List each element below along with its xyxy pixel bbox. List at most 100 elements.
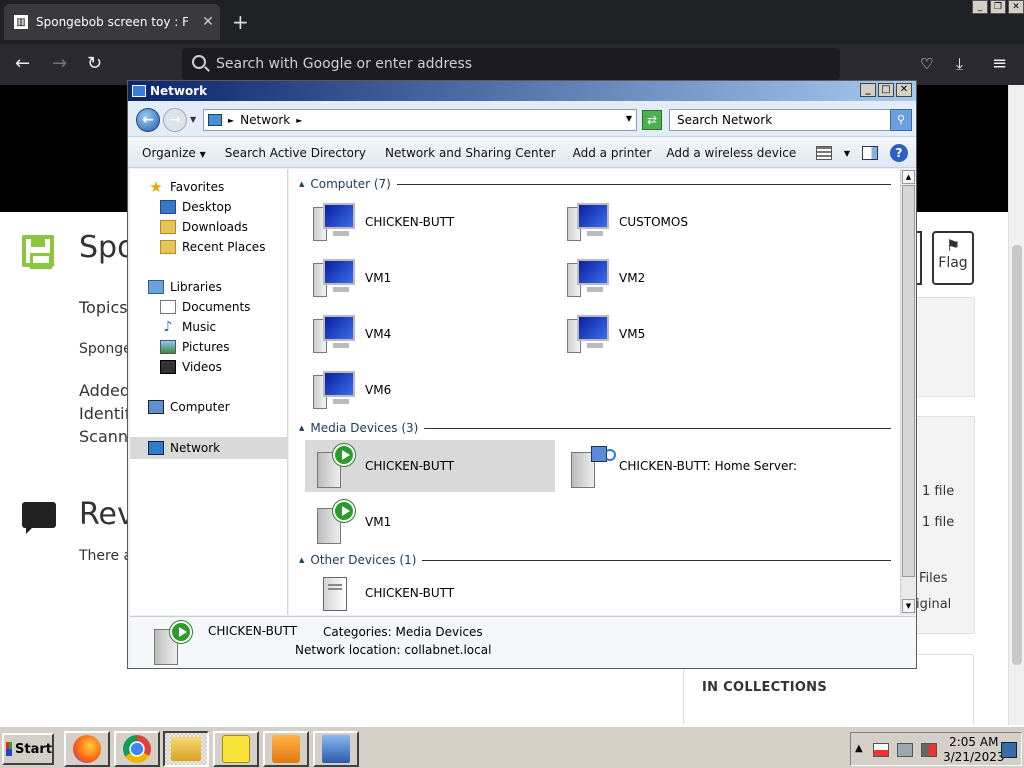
- back-arrow-icon[interactable]: ←: [15, 54, 30, 74]
- search-network-input[interactable]: Search Network ⚲: [669, 109, 912, 131]
- add-printer-button[interactable]: Add a printer: [563, 146, 659, 160]
- close-icon[interactable]: ✕: [1008, 0, 1024, 14]
- volume-muted-icon[interactable]: [921, 743, 937, 757]
- nav-item-recent-places[interactable]: Recent Places: [160, 237, 265, 257]
- taskbar-firefox[interactable]: [64, 731, 110, 767]
- pocket-icon[interactable]: ♡: [920, 54, 933, 74]
- breadcrumb-chevron-icon[interactable]: ►: [296, 116, 302, 125]
- content-scrollbar[interactable]: ▲ ▼: [900, 169, 916, 615]
- group-title: Media Devices (3): [310, 421, 419, 435]
- breadcrumb-chevron-icon[interactable]: ►: [228, 116, 234, 125]
- preview-pane-icon[interactable]: [862, 146, 878, 160]
- maximize-icon[interactable]: □: [878, 83, 894, 97]
- taskbar-chrome[interactable]: [114, 731, 160, 767]
- show-all-files-link[interactable]: Files: [919, 571, 948, 586]
- download-icon[interactable]: ⤓: [956, 54, 963, 74]
- page-scrollbar[interactable]: [1008, 85, 1024, 725]
- start-button[interactable]: Start: [2, 733, 54, 765]
- collapse-triangle-icon[interactable]: ▲: [299, 556, 304, 564]
- network-computer-item[interactable]: CUSTOMOS: [559, 196, 809, 248]
- collapse-triangle-icon[interactable]: ▲: [299, 180, 304, 188]
- group-title: Other Devices (1): [310, 553, 417, 567]
- taskbar-media-player[interactable]: [263, 731, 309, 767]
- organize-menu[interactable]: Organize ▼: [128, 146, 213, 160]
- nav-item-documents[interactable]: Documents: [160, 297, 250, 317]
- menu-icon[interactable]: ≡: [992, 54, 1007, 74]
- reviews-empty-text: There a: [79, 548, 133, 564]
- nav-item-desktop[interactable]: Desktop: [160, 197, 232, 217]
- download-file-count-2[interactable]: 1 file: [922, 515, 954, 530]
- libraries-icon: [148, 280, 164, 294]
- group-header-computer[interactable]: ▲ Computer (7): [299, 177, 891, 191]
- nav-item-computer[interactable]: Computer: [148, 397, 230, 417]
- nav-item-favorites[interactable]: ★ Favorites: [148, 177, 224, 197]
- network-computer-item[interactable]: CHICKEN-BUTT: [305, 196, 555, 248]
- in-collections-heading: IN COLLECTIONS: [702, 680, 828, 695]
- network-computer-item[interactable]: VM1: [305, 252, 555, 304]
- media-device-item[interactable]: CHICKEN-BUTT: Home Server:: [559, 440, 889, 492]
- network-computer-item[interactable]: VM6: [305, 364, 555, 416]
- nav-item-downloads[interactable]: Downloads: [160, 217, 248, 237]
- nav-item-videos[interactable]: Videos: [160, 357, 222, 377]
- taskbar-spongebob[interactable]: [213, 731, 259, 767]
- action-center-flag-icon[interactable]: [873, 743, 889, 757]
- download-file-count-1[interactable]: 1 file: [922, 484, 954, 499]
- network-status-icon[interactable]: [897, 743, 913, 757]
- address-bar[interactable]: Search with Google or enter address: [182, 48, 840, 80]
- address-dropdown-icon[interactable]: ▼: [626, 114, 632, 123]
- clock[interactable]: 2:05 AM 3/21/2023: [943, 735, 1005, 765]
- minimize-icon[interactable]: _: [972, 0, 988, 14]
- device-icon: [311, 573, 359, 613]
- flag-button[interactable]: ⚑ Flag: [932, 231, 974, 285]
- taskbar-explorer[interactable]: [163, 731, 209, 767]
- network-computer-item[interactable]: VM5: [559, 308, 809, 360]
- nav-item-network[interactable]: Network: [148, 438, 220, 458]
- add-wireless-device-button[interactable]: Add a wireless device: [658, 146, 803, 160]
- reload-icon[interactable]: ↻: [87, 54, 102, 74]
- other-device-item[interactable]: CHICKEN-BUTT: [305, 571, 555, 615]
- group-header-media-devices[interactable]: ▲ Media Devices (3): [299, 421, 891, 435]
- chevron-down-icon[interactable]: ▼: [844, 149, 850, 158]
- back-button[interactable]: ←: [136, 108, 160, 132]
- forward-button[interactable]: →: [163, 108, 187, 132]
- forward-arrow-icon[interactable]: →: [52, 54, 67, 74]
- breadcrumb-network[interactable]: Network: [240, 113, 290, 127]
- media-device-item[interactable]: VM1: [305, 496, 555, 548]
- network-computer-item[interactable]: VM4: [305, 308, 555, 360]
- network-sharing-center-button[interactable]: Network and Sharing Center: [373, 146, 563, 160]
- scrollbar-thumb[interactable]: [902, 185, 915, 577]
- scroll-down-icon[interactable]: ▼: [902, 599, 915, 613]
- nav-item-libraries[interactable]: Libraries: [148, 277, 222, 297]
- new-tab-button[interactable]: +: [232, 10, 249, 34]
- nav-item-pictures[interactable]: Pictures: [160, 337, 230, 357]
- group-header-other-devices[interactable]: ▲ Other Devices (1): [299, 553, 891, 567]
- show-hidden-icons-icon[interactable]: ▲: [855, 743, 863, 754]
- change-view-icon[interactable]: [815, 146, 832, 160]
- page-scrollbar-thumb[interactable]: [1012, 245, 1022, 665]
- address-box[interactable]: ► Network ► ▼: [203, 109, 637, 131]
- item-label: VM4: [365, 327, 392, 341]
- window-title-bar[interactable]: Network _ □ ✕: [128, 81, 916, 101]
- show-desktop-icon[interactable]: [1001, 742, 1017, 758]
- scroll-up-icon[interactable]: ▲: [902, 170, 915, 184]
- search-active-directory-button[interactable]: Search Active Directory: [213, 146, 373, 160]
- nav-item-music[interactable]: ♪ Music: [160, 317, 217, 337]
- help-icon[interactable]: ?: [890, 144, 908, 162]
- taskbar-network-window[interactable]: [313, 731, 359, 767]
- computer-icon: [565, 257, 613, 299]
- tab-close-icon[interactable]: ✕: [196, 14, 220, 30]
- network-computer-item[interactable]: VM2: [559, 252, 809, 304]
- search-icon[interactable]: ⚲: [890, 109, 912, 131]
- downloads-folder-icon: [160, 220, 176, 234]
- save-disk-icon: [22, 235, 54, 269]
- media-device-item[interactable]: CHICKEN-BUTT: [305, 440, 555, 492]
- original-files-link[interactable]: iginal: [916, 597, 951, 612]
- minimize-icon[interactable]: _: [860, 83, 876, 97]
- recent-pages-dropdown-icon[interactable]: ▼: [190, 115, 196, 124]
- restore-icon[interactable]: ❐: [990, 0, 1006, 14]
- browser-tab[interactable]: ▥ Spongebob screen toy : Free Dow ✕: [4, 4, 220, 40]
- refresh-button[interactable]: ⇄: [642, 110, 662, 130]
- flag-icon: ⚑: [945, 236, 961, 255]
- collapse-triangle-icon[interactable]: ▲: [299, 424, 304, 432]
- close-icon[interactable]: ✕: [896, 83, 912, 97]
